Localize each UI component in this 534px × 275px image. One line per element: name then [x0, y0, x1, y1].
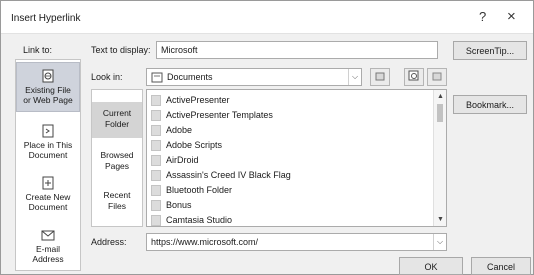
link-to-place-in-document[interactable]: Place in This Document — [16, 120, 80, 164]
folder-icon — [151, 125, 161, 136]
cancel-button[interactable]: Cancel — [471, 257, 531, 275]
list-item-label: Adobe Scripts — [166, 140, 223, 150]
text-to-display-input[interactable]: Microsoft — [156, 41, 438, 59]
list-item[interactable]: Bonus — [147, 198, 433, 213]
address-label: Address: — [91, 237, 127, 247]
link-to-email-line1: E-mail — [35, 244, 61, 254]
link-to-existing-file-line2: or Web Page — [23, 95, 73, 105]
link-to-place-line1: Place in This — [23, 140, 73, 150]
insert-hyperlink-dialog: Insert Hyperlink ? × Link to: Existing F… — [0, 0, 534, 275]
folder-icon — [151, 72, 163, 85]
tab-recent-files-line1: Recent — [103, 190, 131, 200]
email-icon — [16, 228, 80, 242]
link-to-create-line2: Document — [28, 202, 68, 212]
address-input[interactable]: https://www.microsoft.com/ ⌵ — [146, 233, 447, 251]
dialog-title: Insert Hyperlink — [11, 13, 81, 24]
address-value: https://www.microsoft.com/ — [151, 237, 259, 247]
folder-icon — [151, 95, 161, 106]
link-to-existing-file-line1: Existing File — [25, 85, 71, 95]
up-folder-icon — [375, 71, 385, 83]
chevron-down-icon[interactable]: ⌵ — [433, 234, 446, 250]
link-to-panel: Existing File or Web Page Place in This … — [15, 59, 81, 271]
list-item-label: Camtasia Studio — [166, 215, 233, 225]
folder-icon — [151, 110, 161, 121]
folder-icon — [151, 155, 161, 166]
scrollbar-thumb[interactable] — [437, 104, 443, 122]
link-to-existing-file[interactable]: Existing File or Web Page — [16, 62, 80, 112]
new-document-icon — [16, 176, 80, 190]
list-item[interactable]: AirDroid — [147, 153, 433, 168]
link-to-label: Link to: — [23, 45, 53, 55]
title-bar: Insert Hyperlink ? × — [1, 1, 533, 34]
folder-icon — [151, 215, 161, 226]
up-one-folder-button[interactable] — [370, 68, 390, 86]
text-to-display-label: Text to display: — [91, 45, 151, 55]
link-to-place-line2: Document — [28, 150, 68, 160]
list-item[interactable]: ActivePresenter Templates — [147, 108, 433, 123]
tab-current-folder-line1: Current — [102, 108, 132, 118]
list-item-label: Adobe — [166, 125, 193, 135]
folder-icon — [151, 185, 161, 196]
folder-icon — [151, 200, 161, 211]
browse-web-button[interactable] — [404, 68, 424, 86]
screentip-button[interactable]: ScreenTip... — [453, 41, 527, 60]
tab-browsed-pages[interactable]: Browsed Pages — [92, 146, 142, 178]
file-list[interactable]: ActivePresenter ActivePresenter Template… — [146, 89, 447, 227]
list-item-label: Bonus — [166, 200, 192, 210]
help-button[interactable]: ? — [479, 9, 486, 24]
globe-document-icon — [17, 69, 79, 83]
list-item-label: ActivePresenter Templates — [166, 110, 273, 120]
link-to-email-address[interactable]: E-mail Address — [16, 224, 80, 268]
browse-file-icon — [432, 71, 442, 83]
list-item[interactable]: Assassin's Creed IV Black Flag — [147, 168, 433, 183]
ok-button[interactable]: OK — [399, 257, 463, 275]
look-in-label: Look in: — [91, 72, 123, 82]
list-item[interactable]: Bluetooth Folder — [147, 183, 433, 198]
list-item[interactable]: Adobe — [147, 123, 433, 138]
list-item[interactable]: Camtasia Studio — [147, 213, 433, 226]
link-to-email-line2: Address — [32, 254, 64, 264]
close-button[interactable]: × — [507, 8, 516, 25]
place-document-icon — [16, 124, 80, 138]
browse-web-icon — [408, 70, 420, 84]
bookmark-button[interactable]: Bookmark... — [453, 95, 527, 114]
list-item-label: Assassin's Creed IV Black Flag — [166, 170, 291, 180]
tab-current-folder-line2: Folder — [104, 119, 130, 129]
list-item-label: AirDroid — [166, 155, 199, 165]
folder-icon — [151, 140, 161, 151]
look-in-value: Documents — [167, 72, 213, 82]
chevron-down-icon[interactable]: ⌵ — [348, 69, 361, 85]
list-item-label: ActivePresenter — [166, 95, 230, 105]
list-item[interactable]: Adobe Scripts — [147, 138, 433, 153]
link-to-create-line1: Create New — [25, 192, 71, 202]
folder-icon — [151, 170, 161, 181]
scroll-down-icon[interactable]: ▼ — [437, 216, 444, 223]
list-item[interactable]: ActivePresenter — [147, 93, 433, 108]
tab-browsed-pages-line2: Pages — [104, 161, 130, 171]
tab-recent-files-line2: Files — [108, 201, 126, 211]
file-list-scrollbar[interactable]: ▲ ▼ — [433, 90, 446, 226]
look-in-dropdown[interactable]: Documents ⌵ — [146, 68, 362, 86]
browse-file-button[interactable] — [427, 68, 447, 86]
scroll-up-icon[interactable]: ▲ — [437, 93, 444, 100]
tab-current-folder[interactable]: Current Folder — [92, 102, 142, 138]
link-to-create-new-document[interactable]: Create New Document — [16, 172, 80, 216]
list-item-label: Bluetooth Folder — [166, 185, 233, 195]
tab-recent-files[interactable]: Recent Files — [92, 186, 142, 218]
tab-browsed-pages-line1: Browsed — [100, 150, 134, 160]
nav-tabs: Current Folder Browsed Pages Recent File… — [91, 89, 143, 227]
